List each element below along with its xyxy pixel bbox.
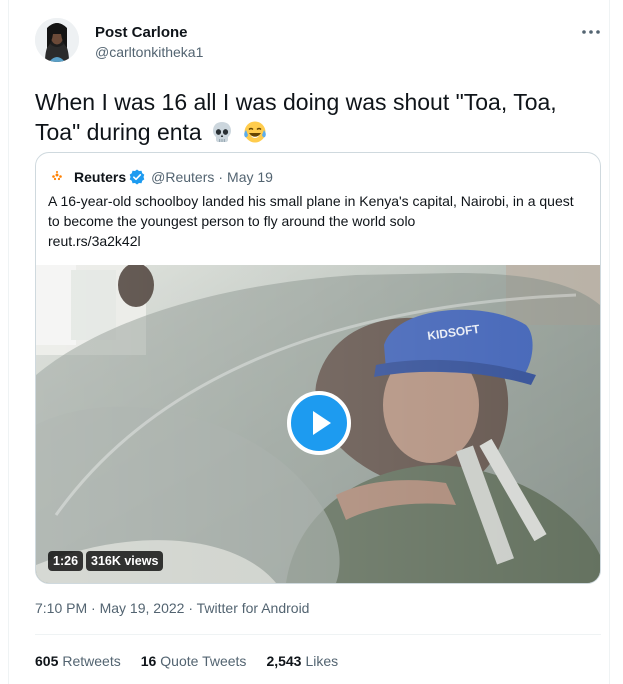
retweets-label: Retweets [62, 653, 121, 669]
tweet-card: Post Carlone @carltonkitheka1 When I was… [8, 0, 610, 684]
quoted-author-handle[interactable]: @Reuters [151, 169, 214, 185]
likes-label: Likes [305, 653, 339, 669]
reuters-logo-icon[interactable] [48, 168, 66, 186]
avatar[interactable] [35, 18, 79, 62]
tweet-time[interactable]: 7:10 PM [35, 600, 87, 616]
quoted-tweet-date[interactable]: May 19 [227, 169, 273, 185]
video-views-badge: 316K views [86, 551, 164, 571]
quoted-tweet-body: A 16-year-old schoolboy landed his small… [48, 193, 574, 229]
likes-stat[interactable]: 2,543 Likes [266, 653, 338, 669]
meta-separator: · [91, 600, 96, 616]
tweet-meta: 7:10 PM · May 19, 2022 · Twitter for And… [35, 600, 309, 616]
play-icon [313, 411, 331, 435]
video-duration-badge: 1:26 [48, 551, 84, 571]
meta-separator: · [188, 600, 193, 616]
quoted-author-name[interactable]: Reuters [74, 169, 126, 185]
quoted-tweet-link[interactable]: reut.rs/3a2k42l [48, 233, 141, 249]
tweet-stats: 605 Retweets 16 Quote Tweets 2,543 Likes [35, 653, 338, 669]
skull-emoji-icon [210, 120, 234, 144]
quoted-tweet[interactable]: Reuters @Reuters · May 19 A 16-year-old … [35, 152, 601, 584]
divider [35, 634, 601, 635]
author-handle[interactable]: @carltonkitheka1 [95, 44, 203, 60]
retweets-count: 605 [35, 653, 59, 669]
quote-tweets-label: Quote Tweets [160, 653, 247, 669]
tweet-body: When I was 16 all I was doing was shout … [35, 89, 557, 145]
verified-badge-icon [129, 169, 145, 185]
play-button[interactable] [287, 391, 351, 455]
video-thumbnail[interactable]: KIDSOFT 1:26 316K views [36, 265, 600, 583]
separator-dot: · [218, 169, 224, 185]
tweet-date[interactable]: May 19, 2022 [100, 600, 185, 616]
quoted-tweet-text: A 16-year-old schoolboy landed his small… [48, 191, 588, 251]
more-options-icon[interactable] [579, 22, 603, 42]
quote-tweets-count: 16 [140, 653, 157, 669]
quoted-tweet-header: Reuters @Reuters · May 19 [48, 167, 273, 187]
tweet-source[interactable]: Twitter for Android [197, 600, 310, 616]
likes-count: 2,543 [266, 653, 302, 669]
author-name[interactable]: Post Carlone [95, 24, 188, 41]
retweets-stat[interactable]: 605 Retweets [35, 653, 121, 669]
quote-tweets-stat[interactable]: 16 Quote Tweets [141, 653, 247, 669]
tweet-text: When I was 16 all I was doing was shout … [35, 87, 595, 147]
tears-of-joy-emoji-icon [243, 120, 267, 144]
